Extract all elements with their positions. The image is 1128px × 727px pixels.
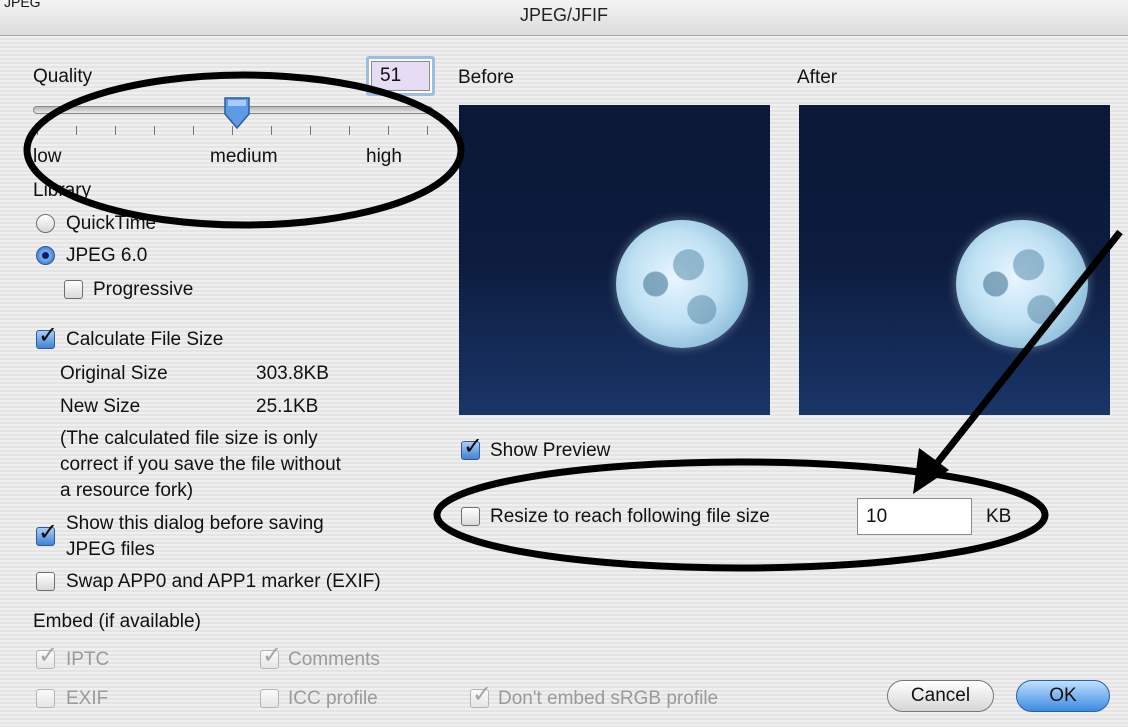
- slider-tick: [388, 126, 389, 135]
- iptc-checkbox[interactable]: ✓: [36, 644, 58, 669]
- slider-tick: [349, 126, 350, 135]
- calculate-file-size-label: Calculate File Size: [66, 329, 224, 350]
- quality-medium-label: medium: [210, 146, 278, 167]
- swap-marker-checkbox[interactable]: [36, 572, 55, 591]
- swap-marker-label: Swap APP0 and APP1 marker (EXIF): [66, 571, 381, 592]
- embed-label: Embed (if available): [33, 611, 201, 632]
- quality-input[interactable]: [371, 61, 430, 91]
- show-dialog-checkbox[interactable]: ✓: [36, 521, 58, 546]
- quicktime-radio[interactable]: [36, 214, 55, 233]
- resize-checkbox[interactable]: [461, 507, 480, 526]
- quality-label: Quality: [33, 66, 93, 87]
- jpeg60-radio[interactable]: [36, 246, 55, 265]
- moon-image: [956, 220, 1088, 348]
- after-label: After: [797, 67, 838, 88]
- slider-tick: [310, 126, 311, 135]
- before-preview-image: [459, 105, 770, 415]
- new-size-label: New Size: [60, 396, 141, 417]
- icc-profile-checkbox[interactable]: [260, 689, 279, 708]
- original-size-value: 303.8KB: [256, 363, 329, 384]
- show-preview-label: Show Preview: [490, 440, 611, 461]
- before-label: Before: [458, 67, 514, 88]
- quality-low-label: low: [33, 146, 62, 167]
- quicktime-label: QuickTime: [66, 213, 157, 234]
- slider-tick: [271, 126, 272, 135]
- slider-thumb-icon: [224, 97, 250, 130]
- show-dialog-label-line-2: JPEG files: [66, 539, 155, 560]
- checkmark-icon: ✓: [463, 433, 484, 460]
- jpeg-options-dialog: JPEG JPEG/JFIF Quality low medium high L…: [0, 0, 1128, 727]
- srgb-checkbox[interactable]: ✓: [470, 683, 492, 708]
- after-preview-image: [799, 105, 1110, 415]
- library-label: Library: [33, 180, 92, 201]
- checkmark-icon: ✓: [38, 642, 59, 669]
- jpeg60-label: JPEG 6.0: [66, 245, 148, 266]
- slider-tick: [37, 126, 38, 135]
- srgb-label: Don't embed sRGB profile: [498, 688, 719, 709]
- show-dialog-label-line-1: Show this dialog before saving: [66, 513, 324, 534]
- title-bar: JPEG JPEG/JFIF: [0, 0, 1128, 36]
- quality-high-label: high: [366, 146, 402, 167]
- ok-button[interactable]: OK: [1016, 680, 1110, 712]
- quality-slider-thumb[interactable]: [223, 96, 251, 130]
- window-title: JPEG/JFIF: [519, 5, 608, 25]
- slider-tick: [427, 126, 428, 135]
- checkmark-icon: ✓: [38, 519, 59, 546]
- file-size-note-line-3: a resource fork): [60, 480, 194, 501]
- new-size-value: 25.1KB: [256, 396, 319, 417]
- icc-profile-label: ICC profile: [288, 688, 378, 709]
- file-size-note-line-2: correct if you save the file without: [60, 454, 341, 475]
- kb-unit-label: KB: [986, 506, 1012, 527]
- exif-label: EXIF: [66, 688, 109, 709]
- moon-image: [616, 220, 748, 348]
- cancel-button[interactable]: Cancel: [887, 680, 994, 712]
- original-size-label: Original Size: [60, 363, 168, 384]
- progressive-checkbox[interactable]: [64, 280, 83, 299]
- slider-tick: [115, 126, 116, 135]
- comments-label: Comments: [288, 649, 380, 670]
- progressive-label: Progressive: [93, 279, 194, 300]
- target-size-input[interactable]: [857, 498, 972, 535]
- slider-tick: [154, 126, 155, 135]
- slider-tick: [193, 126, 194, 135]
- checkmark-icon: ✓: [262, 642, 283, 669]
- quality-field-focus-ring: [366, 56, 435, 96]
- file-size-note-line-1: (The calculated file size is only: [60, 428, 318, 449]
- show-preview-checkbox[interactable]: ✓: [461, 435, 483, 460]
- calculate-file-size-checkbox[interactable]: ✓: [36, 324, 58, 349]
- checkmark-icon: ✓: [472, 681, 493, 708]
- iptc-label: IPTC: [66, 649, 110, 670]
- arrow-head-icon: [913, 448, 949, 494]
- resize-label: Resize to reach following file size: [490, 506, 770, 527]
- slider-tick: [76, 126, 77, 135]
- comments-checkbox[interactable]: ✓: [260, 644, 282, 669]
- exif-checkbox[interactable]: [36, 689, 55, 708]
- checkmark-icon: ✓: [38, 322, 59, 349]
